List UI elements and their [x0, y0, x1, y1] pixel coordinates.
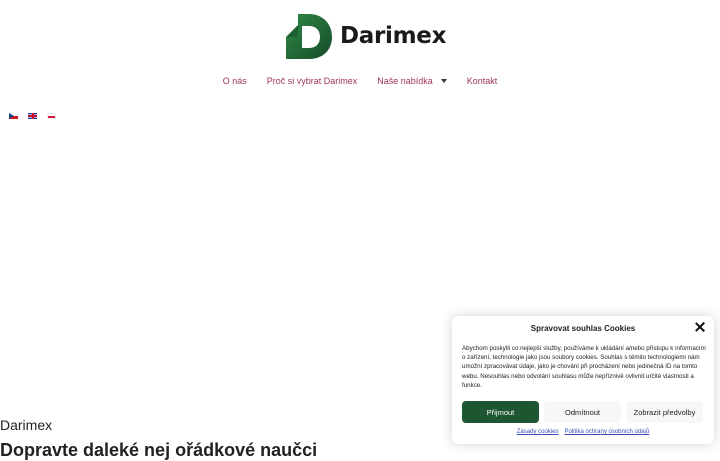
language-switcher: [9, 113, 56, 119]
nav-item-about[interactable]: O nás: [223, 76, 247, 86]
chevron-down-icon[interactable]: [440, 79, 447, 83]
page-subheading: Dopravte daleké nej ořádkové naučci: [0, 440, 318, 460]
cookie-message: Abychom poskytli co nejlepší služby, pou…: [462, 345, 706, 389]
deny-cookies-button[interactable]: Odmítnout: [544, 401, 621, 423]
cookie-actions: Přijmout Odmítnout Zobrazit předvolby: [462, 401, 703, 423]
site-logo[interactable]: Darimex: [285, 12, 446, 60]
view-preferences-button[interactable]: Zobrazit předvolby: [626, 401, 703, 423]
brand-name: Darimex: [340, 23, 447, 49]
pl-flag-icon[interactable]: [47, 113, 56, 119]
nav-item-contact[interactable]: Kontakt: [467, 76, 498, 86]
main-navigation: O nás Proč si vybrat Darimex Naše nabídk…: [0, 76, 720, 86]
cookie-title: Spravovat souhlas Cookies: [530, 324, 636, 333]
nav-item-offer[interactable]: Naše nabídka: [377, 76, 447, 86]
cookie-consent-dialog: Spravovat souhlas Cookies Abychom poskyt…: [452, 316, 714, 444]
cz-flag-icon[interactable]: [9, 113, 18, 119]
close-icon[interactable]: [695, 322, 705, 332]
darimex-d-logo-icon: [286, 14, 332, 59]
accept-cookies-button[interactable]: Přijmout: [462, 401, 539, 423]
privacy-policy-link[interactable]: Politika ochrany osobních údajů: [564, 429, 649, 435]
gb-flag-icon[interactable]: [28, 113, 37, 119]
nav-item-why-darimex[interactable]: Proč si vybrat Darimex: [267, 76, 358, 86]
cookie-links: Zásady cookies Politika ochrany osobních…: [452, 429, 714, 435]
page-heading: Darimex: [0, 417, 53, 433]
cookie-policy-link[interactable]: Zásady cookies: [517, 429, 559, 435]
